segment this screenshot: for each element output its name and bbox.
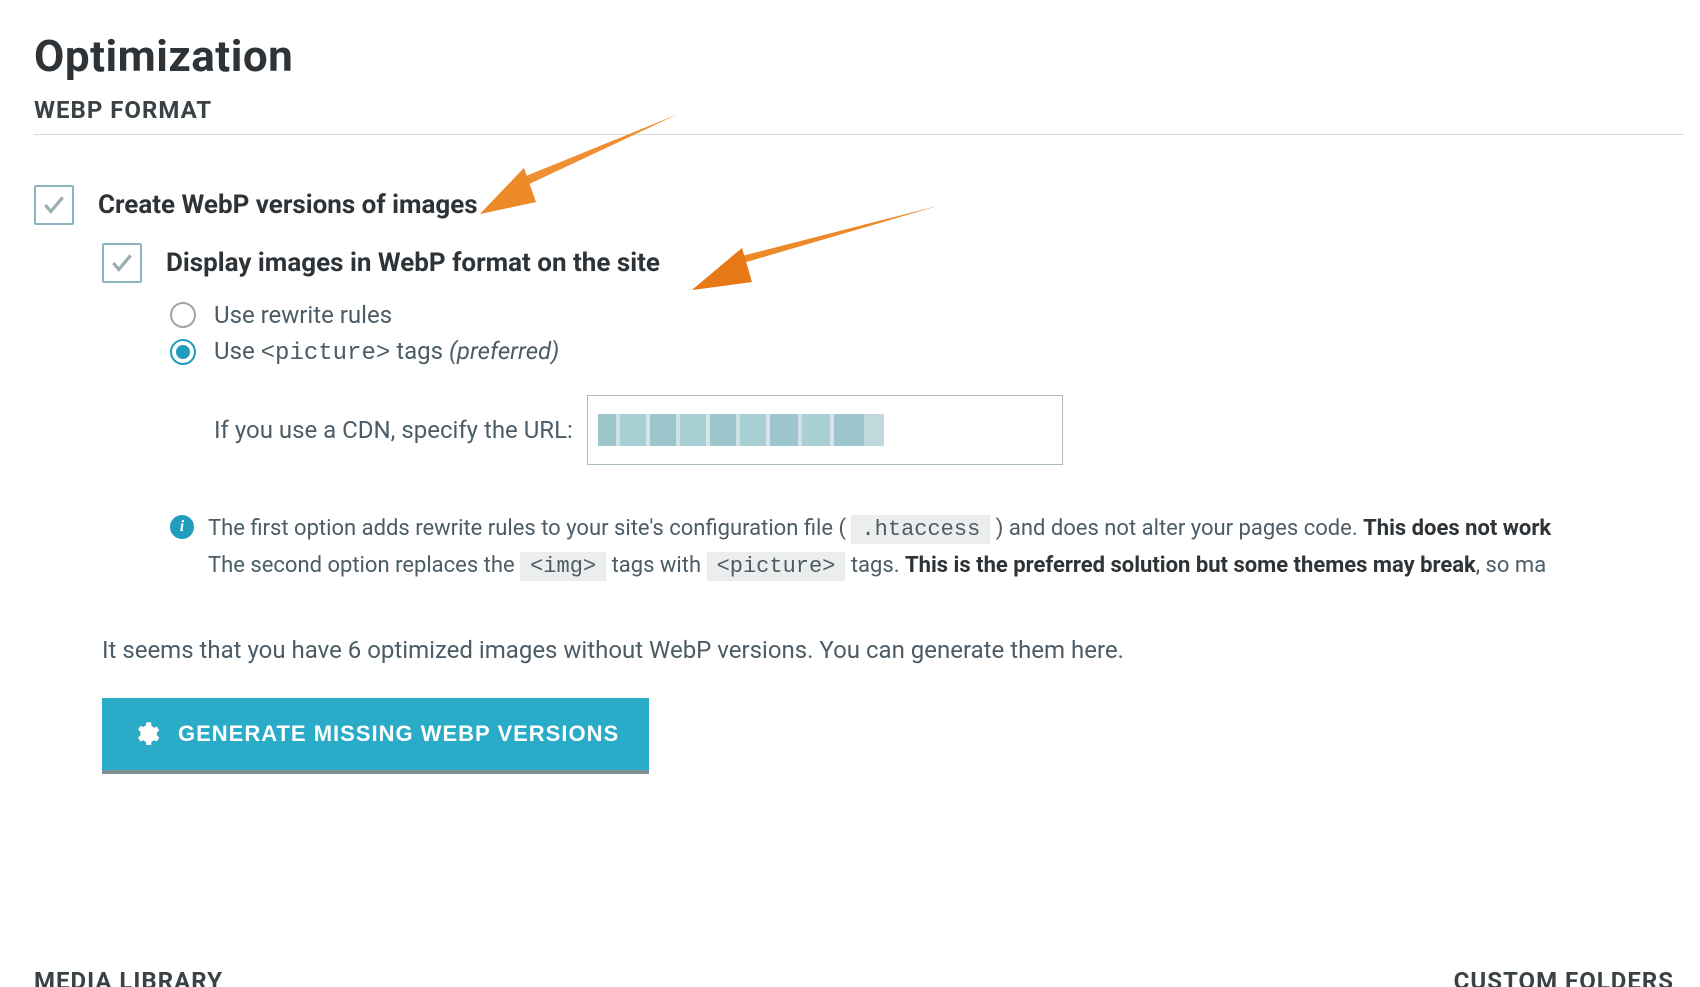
radio-group-method: Use rewrite rules Use <picture> tags (pr… [170,301,1700,367]
cdn-url-value-redacted [598,414,884,446]
generate-webp-button[interactable]: GENERATE MISSING WEBP VERSIONS [102,698,649,770]
section-header-webp: WEBP FORMAT [34,96,1684,135]
option-create-webp-label: Create WebP versions of images [98,185,478,225]
info-block: i The first option adds rewrite rules to… [170,511,1700,586]
option-display-webp-label: Display images in WebP format on the sit… [166,243,660,283]
page-title: Optimization [34,30,1700,82]
footer-sections: MEDIA LIBRARY CUSTOM FOLDERS [34,967,1674,987]
cdn-url-input[interactable] [587,395,1063,465]
radio-rewrite-label: Use rewrite rules [214,301,392,329]
info-text: The first option adds rewrite rules to y… [208,511,1551,586]
info-icon: i [170,515,194,539]
section-header-custom-folders: CUSTOM FOLDERS [1454,967,1674,987]
radio-picture-label: Use <picture> tags (preferred) [214,337,559,367]
status-line: It seems that you have 6 optimized image… [102,636,1700,664]
option-display-webp: Display images in WebP format on the sit… [102,243,1700,283]
gear-icon [132,720,160,748]
radio-picture[interactable] [170,339,196,365]
radio-row-picture: Use <picture> tags (preferred) [170,337,1700,367]
generate-webp-button-label: GENERATE MISSING WEBP VERSIONS [178,721,619,747]
checkmark-icon [41,192,67,218]
radio-rewrite[interactable] [170,302,196,328]
section-header-media-library: MEDIA LIBRARY [34,967,223,987]
cdn-row: If you use a CDN, specify the URL: [214,395,1700,465]
radio-row-rewrite: Use rewrite rules [170,301,1700,329]
checkmark-icon [109,250,135,276]
checkbox-create-webp[interactable] [34,185,74,225]
option-create-webp: Create WebP versions of images [34,185,1700,225]
cdn-label: If you use a CDN, specify the URL: [214,416,573,444]
checkbox-display-webp[interactable] [102,243,142,283]
